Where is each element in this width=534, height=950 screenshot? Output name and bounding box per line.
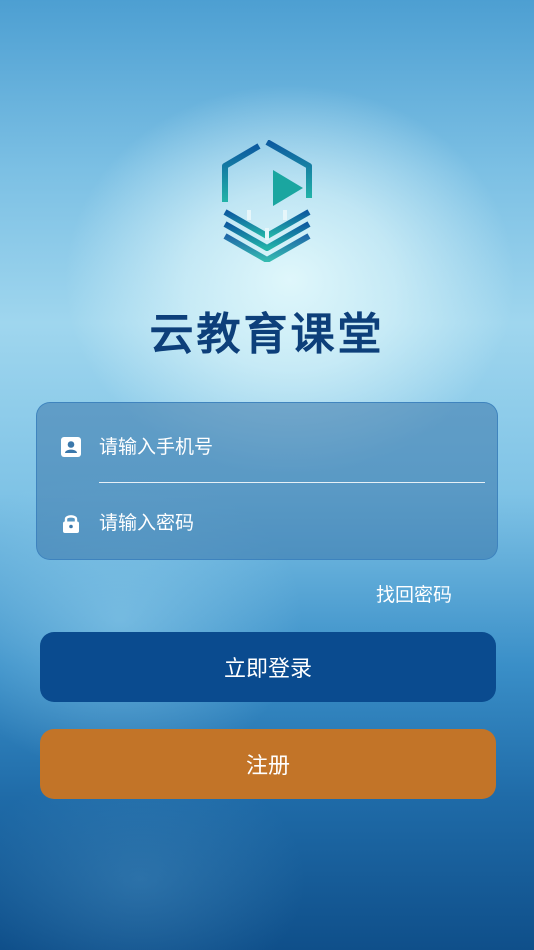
forgot-password-link[interactable]: 找回密码 xyxy=(376,580,452,607)
password-field-row[interactable] xyxy=(37,483,497,561)
contact-card-icon xyxy=(61,437,81,457)
phone-input[interactable] xyxy=(99,433,479,461)
lock-icon xyxy=(63,515,79,533)
app-logo-icon xyxy=(222,140,312,262)
app-title: 云教育课堂 xyxy=(149,309,385,360)
password-input[interactable] xyxy=(99,509,479,537)
phone-field-row[interactable] xyxy=(37,403,497,481)
login-card xyxy=(36,402,498,560)
register-button[interactable]: 注册 xyxy=(40,729,496,799)
login-button[interactable]: 立即登录 xyxy=(40,632,496,702)
